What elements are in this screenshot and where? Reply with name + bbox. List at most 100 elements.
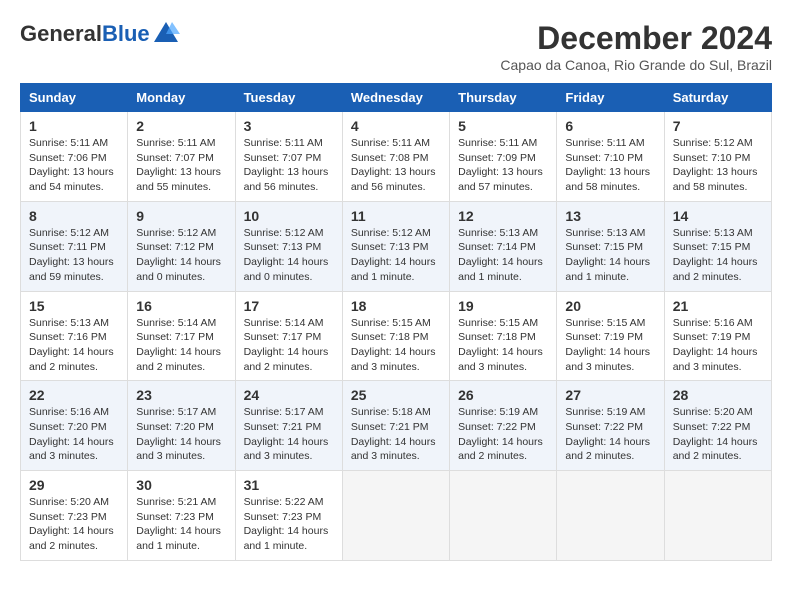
day-number: 5 (458, 118, 548, 134)
day-info: Sunrise: 5:21 AMSunset: 7:23 PMDaylight:… (136, 495, 226, 554)
weekday-header: Tuesday (235, 84, 342, 112)
calendar-day-cell: 2Sunrise: 5:11 AMSunset: 7:07 PMDaylight… (128, 112, 235, 202)
day-info: Sunrise: 5:17 AMSunset: 7:20 PMDaylight:… (136, 405, 226, 464)
day-info: Sunrise: 5:13 AMSunset: 7:15 PMDaylight:… (565, 226, 655, 285)
calendar-day-cell: 5 Sunrise: 5:11 AMSunset: 7:09 PMDaylight… (450, 112, 557, 202)
day-number: 22 (29, 387, 119, 403)
day-info: Sunrise: 5:15 AMSunset: 7:18 PMDaylight:… (351, 316, 441, 375)
page-header: GeneralBlue December 2024 Capao da Canoa… (20, 20, 772, 73)
day-info: Sunrise: 5:22 AMSunset: 7:23 PMDaylight:… (244, 495, 334, 554)
day-number: 7 (673, 118, 763, 134)
day-number: 12 (458, 208, 548, 224)
day-info: Sunrise: 5:12 AMSunset: 7:11 PMDaylight:… (29, 226, 119, 285)
calendar-day-cell (557, 471, 664, 561)
calendar-day-cell: 30 Sunrise: 5:21 AMSunset: 7:23 PMDayligh… (128, 471, 235, 561)
day-number: 30 (136, 477, 226, 493)
day-number: 29 (29, 477, 119, 493)
day-info: Sunrise: 5:20 AMSunset: 7:22 PMDaylight:… (673, 405, 763, 464)
day-info: Sunrise: 5:12 AMSunset: 7:10 PMDaylight:… (673, 136, 763, 195)
weekday-header: Saturday (664, 84, 771, 112)
logo: GeneralBlue (20, 20, 180, 48)
day-number: 1 (29, 118, 119, 134)
calendar-day-cell: 12 Sunrise: 5:13 AMSunset: 7:14 PMDayligh… (450, 201, 557, 291)
calendar-day-cell: 7 Sunrise: 5:12 AMSunset: 7:10 PMDaylight… (664, 112, 771, 202)
weekday-header-row: SundayMondayTuesdayWednesdayThursdayFrid… (21, 84, 772, 112)
day-number: 27 (565, 387, 655, 403)
calendar-week-row: 8 Sunrise: 5:12 AMSunset: 7:11 PMDaylight… (21, 201, 772, 291)
day-number: 23 (136, 387, 226, 403)
calendar-day-cell: 20Sunrise: 5:15 AMSunset: 7:19 PMDayligh… (557, 291, 664, 381)
calendar-day-cell: 28 Sunrise: 5:20 AMSunset: 7:22 PMDayligh… (664, 381, 771, 471)
calendar-week-row: 1Sunrise: 5:11 AMSunset: 7:06 PMDaylight… (21, 112, 772, 202)
calendar-day-cell (664, 471, 771, 561)
day-info: Sunrise: 5:16 AMSunset: 7:19 PMDaylight:… (673, 316, 763, 375)
day-info: Sunrise: 5:12 AMSunset: 7:13 PMDaylight:… (244, 226, 334, 285)
calendar-day-cell: 26Sunrise: 5:19 AMSunset: 7:22 PMDayligh… (450, 381, 557, 471)
day-number: 26 (458, 387, 548, 403)
day-number: 15 (29, 298, 119, 314)
day-info: Sunrise: 5:18 AMSunset: 7:21 PMDaylight:… (351, 405, 441, 464)
calendar-day-cell: 13 Sunrise: 5:13 AMSunset: 7:15 PMDayligh… (557, 201, 664, 291)
day-info: Sunrise: 5:14 AMSunset: 7:17 PMDaylight:… (244, 316, 334, 375)
calendar-table: SundayMondayTuesdayWednesdayThursdayFrid… (20, 83, 772, 561)
day-info: Sunrise: 5:11 AMSunset: 7:08 PMDaylight:… (351, 136, 441, 195)
day-number: 19 (458, 298, 548, 314)
calendar-day-cell: 4 Sunrise: 5:11 AMSunset: 7:08 PMDaylight… (342, 112, 449, 202)
calendar-day-cell: 9Sunrise: 5:12 AMSunset: 7:12 PMDaylight… (128, 201, 235, 291)
day-number: 24 (244, 387, 334, 403)
day-info: Sunrise: 5:20 AMSunset: 7:23 PMDaylight:… (29, 495, 119, 554)
calendar-day-cell: 3 Sunrise: 5:11 AMSunset: 7:07 PMDaylight… (235, 112, 342, 202)
weekday-header: Wednesday (342, 84, 449, 112)
calendar-day-cell: 23 Sunrise: 5:17 AMSunset: 7:20 PMDayligh… (128, 381, 235, 471)
calendar-day-cell: 24 Sunrise: 5:17 AMSunset: 7:21 PMDayligh… (235, 381, 342, 471)
calendar-day-cell (342, 471, 449, 561)
calendar-day-cell: 25 Sunrise: 5:18 AMSunset: 7:21 PMDayligh… (342, 381, 449, 471)
day-number: 17 (244, 298, 334, 314)
day-info: Sunrise: 5:11 AMSunset: 7:09 PMDaylight:… (458, 136, 548, 195)
weekday-header: Monday (128, 84, 235, 112)
calendar-day-cell: 10 Sunrise: 5:12 AMSunset: 7:13 PMDayligh… (235, 201, 342, 291)
day-number: 31 (244, 477, 334, 493)
month-title: December 2024 (500, 20, 772, 57)
calendar-day-cell: 18Sunrise: 5:15 AMSunset: 7:18 PMDayligh… (342, 291, 449, 381)
calendar-day-cell: 27Sunrise: 5:19 AMSunset: 7:22 PMDayligh… (557, 381, 664, 471)
calendar-day-cell: 11Sunrise: 5:12 AMSunset: 7:13 PMDayligh… (342, 201, 449, 291)
day-number: 10 (244, 208, 334, 224)
day-info: Sunrise: 5:16 AMSunset: 7:20 PMDaylight:… (29, 405, 119, 464)
day-number: 14 (673, 208, 763, 224)
calendar-day-cell: 14 Sunrise: 5:13 AMSunset: 7:15 PMDayligh… (664, 201, 771, 291)
weekday-header: Sunday (21, 84, 128, 112)
calendar-day-cell: 8 Sunrise: 5:12 AMSunset: 7:11 PMDaylight… (21, 201, 128, 291)
day-info: Sunrise: 5:11 AMSunset: 7:07 PMDaylight:… (244, 136, 334, 195)
day-info: Sunrise: 5:13 AMSunset: 7:16 PMDaylight:… (29, 316, 119, 375)
day-number: 3 (244, 118, 334, 134)
day-number: 25 (351, 387, 441, 403)
day-number: 4 (351, 118, 441, 134)
calendar-day-cell: 22 Sunrise: 5:16 AMSunset: 7:20 PMDayligh… (21, 381, 128, 471)
calendar-day-cell: 31 Sunrise: 5:22 AMSunset: 7:23 PMDayligh… (235, 471, 342, 561)
day-number: 6 (565, 118, 655, 134)
day-info: Sunrise: 5:13 AMSunset: 7:14 PMDaylight:… (458, 226, 548, 285)
calendar-day-cell: 17 Sunrise: 5:14 AMSunset: 7:17 PMDayligh… (235, 291, 342, 381)
weekday-header: Thursday (450, 84, 557, 112)
logo-general: GeneralBlue (20, 21, 150, 47)
day-info: Sunrise: 5:17 AMSunset: 7:21 PMDaylight:… (244, 405, 334, 464)
calendar-week-row: 22 Sunrise: 5:16 AMSunset: 7:20 PMDayligh… (21, 381, 772, 471)
day-info: Sunrise: 5:13 AMSunset: 7:15 PMDaylight:… (673, 226, 763, 285)
day-info: Sunrise: 5:12 AMSunset: 7:13 PMDaylight:… (351, 226, 441, 285)
calendar-day-cell: 1Sunrise: 5:11 AMSunset: 7:06 PMDaylight… (21, 112, 128, 202)
calendar-day-cell: 21Sunrise: 5:16 AMSunset: 7:19 PMDayligh… (664, 291, 771, 381)
calendar-week-row: 29 Sunrise: 5:20 AMSunset: 7:23 PMDayligh… (21, 471, 772, 561)
day-number: 13 (565, 208, 655, 224)
day-info: Sunrise: 5:14 AMSunset: 7:17 PMDaylight:… (136, 316, 226, 375)
day-number: 20 (565, 298, 655, 314)
day-number: 28 (673, 387, 763, 403)
weekday-header: Friday (557, 84, 664, 112)
day-info: Sunrise: 5:11 AMSunset: 7:10 PMDaylight:… (565, 136, 655, 195)
title-area: December 2024 Capao da Canoa, Rio Grande… (500, 20, 772, 73)
day-info: Sunrise: 5:12 AMSunset: 7:12 PMDaylight:… (136, 226, 226, 285)
day-number: 8 (29, 208, 119, 224)
calendar-day-cell: 29 Sunrise: 5:20 AMSunset: 7:23 PMDayligh… (21, 471, 128, 561)
day-number: 16 (136, 298, 226, 314)
calendar-day-cell: 19Sunrise: 5:15 AMSunset: 7:18 PMDayligh… (450, 291, 557, 381)
